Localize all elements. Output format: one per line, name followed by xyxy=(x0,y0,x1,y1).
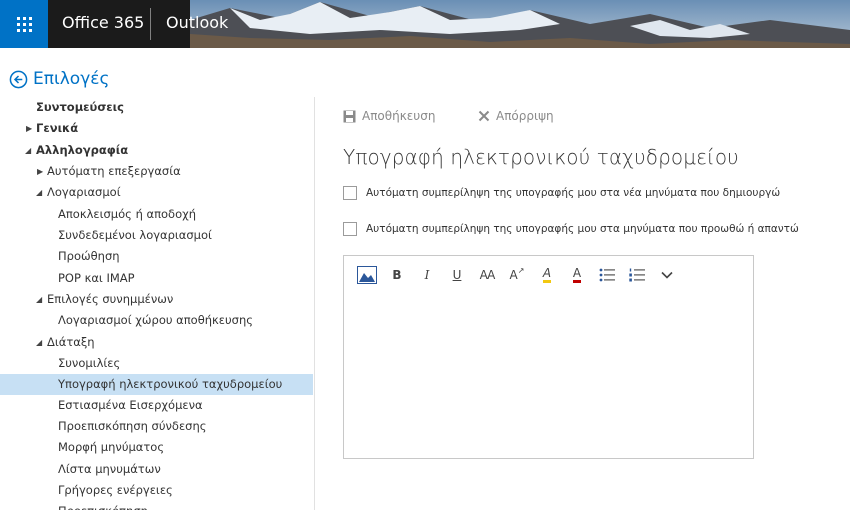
nav-item-label: Υπογραφή ηλεκτρονικού ταχυδρομείου xyxy=(58,377,283,391)
expand-triangle-icon: ▶ xyxy=(37,167,44,176)
signature-text-area[interactable] xyxy=(345,294,752,457)
nav-item-label: Αλληλογραφία xyxy=(36,143,129,157)
underline-button[interactable]: U xyxy=(442,264,472,286)
nav-item-layout[interactable]: ◢ Διάταξη xyxy=(0,332,313,353)
font-size-button[interactable]: AA xyxy=(472,264,502,286)
nav-item-label: Γρήγορες ενέργειες xyxy=(58,483,173,497)
bulleted-list-icon xyxy=(599,268,615,282)
numbered-list-icon xyxy=(629,268,645,282)
chevron-down-icon xyxy=(661,271,673,279)
nav-item-label: Προεπισκόπηση xyxy=(58,501,148,510)
bullets-button[interactable] xyxy=(592,264,622,286)
signature-editor: B I U AA A ↗ A A xyxy=(343,255,754,459)
nav-item-quick-actions[interactable]: Γρήγορες ενέργειες xyxy=(0,480,313,501)
nav-item-forwarding[interactable]: Προώθηση xyxy=(0,246,313,267)
nav-item-email-signature[interactable]: Υπογραφή ηλεκτρονικού ταχυδρομείου xyxy=(0,374,313,395)
nav-item-label: Προώθηση xyxy=(58,249,120,263)
discard-button[interactable]: Απόρριψη xyxy=(478,109,554,123)
nav-item-label: Διάταξη xyxy=(47,335,95,349)
formatting-toolbar: B I U AA A ↗ A A xyxy=(352,264,682,286)
page-title: Υπογραφή ηλεκτρονικού ταχυδρομείου xyxy=(343,145,739,169)
save-button[interactable]: Αποθήκευση xyxy=(343,109,435,123)
include-signature-new-checkbox[interactable] xyxy=(343,186,357,200)
nav-item-label: Λογαριασμοί χώρου αποθήκευσης xyxy=(58,313,254,327)
options-nav: Συντομεύσεις ▶ Γενικά ◢ Αλληλογραφία ▶ Α… xyxy=(0,97,313,510)
include-signature-reply-option[interactable]: Αυτόματη συμπερίληψη της υπογραφής μου σ… xyxy=(343,222,799,236)
include-signature-reply-label: Αυτόματη συμπερίληψη της υπογραφής μου σ… xyxy=(366,223,799,235)
back-label: Επιλογές xyxy=(33,69,110,89)
nav-item-block-or-allow[interactable]: Αποκλεισμός ή αποδοχή xyxy=(0,204,313,225)
nav-item-connected-accounts[interactable]: Συνδεδεμένοι λογαριασμοί xyxy=(0,225,313,246)
nav-item-storage-accounts[interactable]: Λογαριασμοί χώρου αποθήκευσης xyxy=(0,310,313,331)
insert-picture-icon xyxy=(357,266,377,284)
nav-item-label: Επιλογές συνημμένων xyxy=(47,292,174,306)
nav-item-message-format[interactable]: Μορφή μηνύματος xyxy=(0,437,313,458)
nav-divider xyxy=(314,97,315,510)
nav-item-mail[interactable]: ◢ Αλληλογραφία xyxy=(0,140,313,161)
include-signature-reply-checkbox[interactable] xyxy=(343,222,357,236)
grow-font-button[interactable]: A ↗ xyxy=(502,264,532,286)
nav-item-label: Αυτόματη επεξεργασία xyxy=(47,164,181,178)
close-x-icon xyxy=(478,110,490,122)
nav-item-label: Συνδεδεμένοι λογαριασμοί xyxy=(58,228,212,242)
nav-item-label: Λίστα μηνυμάτων xyxy=(58,462,161,476)
grow-font-label: A xyxy=(509,268,518,282)
nav-item-shortcuts[interactable]: Συντομεύσεις xyxy=(0,97,313,118)
back-arrow-circle-icon xyxy=(9,70,28,88)
nav-item-label: Προεπισκόπηση σύνδεσης xyxy=(58,419,207,433)
bold-button[interactable]: B xyxy=(382,264,412,286)
waffle-icon xyxy=(16,16,32,32)
save-label: Αποθήκευση xyxy=(362,109,436,123)
nav-item-label: Λογαριασμοί xyxy=(47,185,121,199)
nav-item-attachment-options[interactable]: ◢ Επιλογές συνημμένων xyxy=(0,289,313,310)
nav-item-message-list[interactable]: Λίστα μηνυμάτων xyxy=(0,459,313,480)
top-bar: Office 365 Outlook xyxy=(0,0,850,48)
nav-item-label: Συνομιλίες xyxy=(58,356,121,370)
nav-item-label: Γενικά xyxy=(36,121,79,135)
brand-label[interactable]: Office 365 xyxy=(62,13,144,32)
nav-item-label: Αποκλεισμός ή αποδοχή xyxy=(58,207,197,221)
nav-item-accounts[interactable]: ◢ Λογαριασμοί xyxy=(0,182,313,203)
grow-arrow-icon: ↗ xyxy=(517,265,525,275)
insert-image-button[interactable] xyxy=(352,264,382,286)
discard-label: Απόρριψη xyxy=(496,109,554,123)
expand-triangle-icon: ▶ xyxy=(26,124,33,133)
nav-item-label: Συντομεύσεις xyxy=(36,100,124,114)
collapse-triangle-icon: ◢ xyxy=(36,338,43,347)
nav-item-focused-inbox[interactable]: Εστιασμένα Εισερχόμενα xyxy=(0,395,313,416)
highlight-button[interactable]: A xyxy=(532,264,562,286)
more-options-button[interactable] xyxy=(652,264,682,286)
highlight-label: A xyxy=(542,267,552,283)
font-color-label: A xyxy=(572,267,582,283)
nav-item-link-preview[interactable]: Προεπισκόπηση σύνδεσης xyxy=(0,416,313,437)
nav-item-label: POP και IMAP xyxy=(58,271,135,285)
app-name-label[interactable]: Outlook xyxy=(166,13,228,32)
collapse-triangle-icon: ◢ xyxy=(25,146,32,155)
back-to-options-link[interactable]: Επιλογές xyxy=(9,69,109,89)
font-color-button[interactable]: A xyxy=(562,264,592,286)
include-signature-new-option[interactable]: Αυτόματη συμπερίληψη της υπογραφής μου σ… xyxy=(343,186,780,200)
collapse-triangle-icon: ◢ xyxy=(36,188,43,197)
save-disk-icon xyxy=(343,110,356,122)
nav-item-label: Μορφή μηνύματος xyxy=(58,440,165,454)
header-banner-image xyxy=(190,0,850,48)
nav-item-pop-imap[interactable]: POP και IMAP xyxy=(0,268,313,289)
nav-item-conversations[interactable]: Συνομιλίες xyxy=(0,353,313,374)
header-divider xyxy=(150,8,151,40)
nav-item-label: Εστιασμένα Εισερχόμενα xyxy=(58,398,203,412)
collapse-triangle-icon: ◢ xyxy=(36,295,43,304)
italic-button[interactable]: I xyxy=(412,264,442,286)
numbering-button[interactable] xyxy=(622,264,652,286)
nav-item-automatic-processing[interactable]: ▶ Αυτόματη επεξεργασία xyxy=(0,161,313,182)
app-launcher-button[interactable] xyxy=(0,0,48,48)
nav-item-general[interactable]: ▶ Γενικά xyxy=(0,118,313,139)
include-signature-new-label: Αυτόματη συμπερίληψη της υπογραφής μου σ… xyxy=(366,187,781,199)
nav-item-preview[interactable]: Προεπισκόπηση xyxy=(0,501,313,510)
